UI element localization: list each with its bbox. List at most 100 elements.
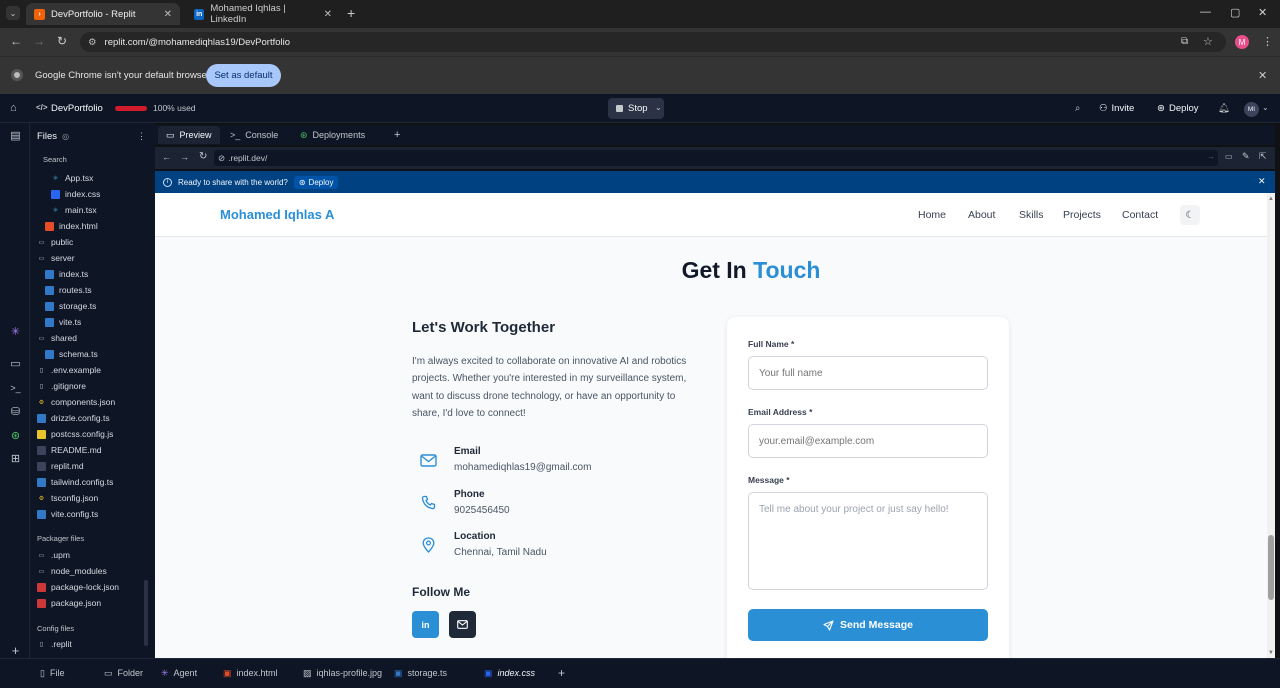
file-panel-scrollbar[interactable] xyxy=(144,580,148,646)
run-options-chevron-icon[interactable]: ⌄ xyxy=(655,103,662,112)
file-item[interactable]: storage.ts xyxy=(45,298,96,314)
file-item[interactable]: ▯ .replit xyxy=(37,636,72,652)
nav-link-contact[interactable]: Contact xyxy=(1122,209,1158,221)
tab-search-button[interactable]: ⌄ xyxy=(6,6,20,20)
file-item[interactable]: package-lock.json xyxy=(37,579,119,595)
browser-tab-linkedin[interactable]: in Mohamed Iqhlas | LinkedIn ✕ xyxy=(186,3,340,25)
add-tab-plus-icon[interactable]: + xyxy=(558,665,565,681)
preview-scrollbar-thumb[interactable] xyxy=(1268,535,1274,600)
back-arrow-icon[interactable]: ← xyxy=(10,34,22,48)
contact-value-email[interactable]: mohamediqhlas19@gmail.com xyxy=(454,462,591,473)
file-item[interactable]: index.css xyxy=(51,186,100,202)
file-item[interactable]: vite.ts xyxy=(45,314,81,330)
files-menu-icon[interactable]: ⋮ xyxy=(137,131,146,142)
agent-tool-icon[interactable]: ✳ xyxy=(9,325,22,338)
browser-tab-devportfolio[interactable]: › DevPortfolio - Replit ✕ xyxy=(26,3,180,25)
new-tab-plus-icon[interactable]: + xyxy=(347,5,355,21)
site-brand[interactable]: Mohamed Iqhlas A xyxy=(220,207,334,222)
maximize-icon[interactable]: ▢ xyxy=(1230,6,1240,19)
nav-link-skills[interactable]: Skills xyxy=(1019,209,1044,221)
all-tools-grid-icon[interactable]: ⊞ xyxy=(9,452,22,465)
site-info-icon[interactable]: ⚙ xyxy=(88,37,97,48)
deploy-banner-button[interactable]: ⊛ Deploy xyxy=(293,175,339,189)
message-textarea[interactable]: Tell me about your project or just say h… xyxy=(748,492,988,590)
profile-avatar[interactable]: M xyxy=(1235,35,1249,49)
webview-reload-icon[interactable]: ↻ xyxy=(199,151,207,162)
tab-preview[interactable]: ▭ Preview xyxy=(158,126,220,144)
nav-link-projects[interactable]: Projects xyxy=(1063,209,1101,221)
bottom-tab-index-css[interactable]: ▣ index.css xyxy=(484,665,535,681)
webview-url-bar[interactable]: ⊘ .replit.dev/ xyxy=(214,150,1218,166)
folder-item[interactable]: ▭ public xyxy=(37,234,74,250)
file-item[interactable]: ▯ .env.example xyxy=(37,362,101,378)
send-message-button[interactable]: Send Message xyxy=(748,609,988,641)
folder-item[interactable]: ▭ server xyxy=(37,250,75,266)
chrome-menu-icon[interactable]: ⋮ xyxy=(1262,35,1273,48)
folder-item[interactable]: ▭ node_modules xyxy=(37,563,107,579)
email-input[interactable] xyxy=(748,424,988,458)
reload-icon[interactable]: ↻ xyxy=(57,34,67,48)
close-tab-icon[interactable]: ✕ xyxy=(324,9,332,20)
webview-forward-icon[interactable]: → xyxy=(180,152,189,162)
project-name[interactable]: DevPortfolio xyxy=(51,103,103,114)
file-item[interactable]: ▯ .gitignore xyxy=(37,378,86,394)
file-item[interactable]: tailwind.config.ts xyxy=(37,474,113,490)
file-item[interactable]: drizzle.config.ts xyxy=(37,410,110,426)
bottom-tab-index-html[interactable]: ▣ index.html xyxy=(223,665,278,681)
deploy-banner-close-icon[interactable]: ✕ xyxy=(1258,176,1266,187)
new-folder-button[interactable]: ▭ Folder xyxy=(104,665,143,681)
file-search-input[interactable]: Search xyxy=(35,152,140,166)
file-item[interactable]: package.json xyxy=(37,595,101,611)
database-tool-icon[interactable]: ⛁ xyxy=(9,405,22,418)
files-settings-icon[interactable]: ◎ xyxy=(62,132,69,141)
close-tab-icon[interactable]: ✕ xyxy=(164,9,172,20)
files-tool-icon[interactable]: ▤ xyxy=(9,129,22,142)
bottom-tab-agent[interactable]: ✳ Agent xyxy=(161,665,197,681)
install-app-icon[interactable]: ⧉ xyxy=(1181,36,1188,47)
contact-value-phone[interactable]: 9025456450 xyxy=(454,505,510,516)
file-item[interactable]: vite.config.ts xyxy=(37,506,98,522)
file-item[interactable]: replit.md xyxy=(37,458,84,474)
email-social-button[interactable] xyxy=(449,611,476,638)
theme-toggle-button[interactable]: ☾ xyxy=(1180,205,1200,225)
tab-console[interactable]: >_ Console xyxy=(222,126,286,144)
invite-button[interactable]: ⚇ Invite xyxy=(1099,98,1134,119)
file-item[interactable]: ⚛ main.tsx xyxy=(51,202,97,218)
search-icon[interactable]: ⌕ xyxy=(1075,98,1080,119)
console-tool-icon[interactable]: >_ xyxy=(9,381,22,394)
bottom-tab-storage[interactable]: ▣ storage.ts xyxy=(394,665,447,681)
notifications-bell-icon[interactable]: 🔔︎ xyxy=(1218,98,1230,119)
account-chevron-icon[interactable]: ⌄ xyxy=(1262,103,1269,112)
home-icon[interactable]: ⌂ xyxy=(10,102,17,114)
file-item[interactable]: ⚙ tsconfig.json xyxy=(37,490,98,506)
folder-item[interactable]: ▭ .upm xyxy=(37,547,70,563)
address-bar[interactable]: ⚙ replit.com/@mohamediqhlas19/DevPortfol… xyxy=(80,32,1226,52)
new-tool-plus-icon[interactable]: + xyxy=(9,643,22,658)
folder-item[interactable]: ▭ shared xyxy=(37,330,77,346)
file-item[interactable]: schema.ts xyxy=(45,346,98,362)
deployments-tool-icon[interactable]: ⊛ xyxy=(9,429,22,442)
scroll-up-arrow-icon[interactable]: ▲ xyxy=(1268,196,1274,202)
devtools-icon[interactable]: ▭ xyxy=(1225,152,1233,161)
bottom-tab-profile-image[interactable]: ▨ iqhlas-profile.jpg xyxy=(303,665,382,681)
file-item[interactable]: index.html xyxy=(45,218,98,234)
file-item[interactable]: index.ts xyxy=(45,266,88,282)
header-deploy-button[interactable]: ⊛ Deploy xyxy=(1157,98,1199,119)
file-item[interactable]: README.md xyxy=(37,442,102,458)
bookmark-star-icon[interactable]: ☆ xyxy=(1203,35,1213,48)
file-item[interactable]: ⚙ components.json xyxy=(37,394,115,410)
file-item[interactable]: postcss.config.js xyxy=(37,426,113,442)
open-new-tab-icon[interactable]: ⇱ xyxy=(1259,151,1267,162)
file-item[interactable]: ⚛ App.tsx xyxy=(51,170,94,186)
linkedin-social-button[interactable]: in xyxy=(412,611,439,638)
webview-back-icon[interactable]: ← xyxy=(162,152,171,162)
minimize-icon[interactable]: — xyxy=(1200,6,1211,18)
nav-link-home[interactable]: Home xyxy=(918,209,946,221)
set-default-button[interactable]: Set as default xyxy=(206,64,281,87)
infobar-close-icon[interactable]: ✕ xyxy=(1258,69,1267,82)
new-file-button[interactable]: ▯ File xyxy=(40,665,64,681)
forward-arrow-icon[interactable]: → xyxy=(33,34,45,48)
preview-tool-icon[interactable]: ▭ xyxy=(9,357,22,370)
full-name-input[interactable] xyxy=(748,356,988,390)
tab-deployments[interactable]: ⊛ Deployments xyxy=(292,126,373,144)
